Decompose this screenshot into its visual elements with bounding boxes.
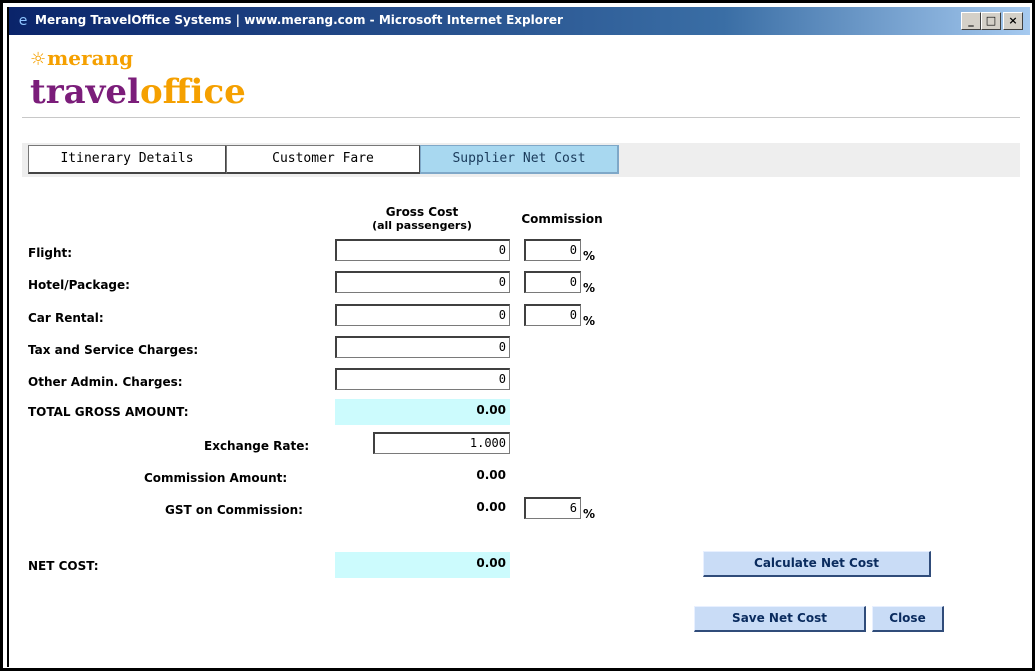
- minimize-button[interactable]: _: [961, 12, 981, 30]
- car-rental-commission-input[interactable]: 0: [524, 304, 581, 326]
- ie-icon: e: [18, 13, 28, 29]
- tab-supplier-net-cost[interactable]: Supplier Net Cost: [420, 145, 619, 174]
- window-title: Merang TravelOffice Systems | www.merang…: [35, 13, 563, 27]
- flight-label: Flight:: [28, 246, 73, 260]
- commission-amount-value: 0.00: [476, 468, 506, 482]
- hotel-commission-input[interactable]: 0: [524, 271, 581, 293]
- hotel-label: Hotel/Package:: [28, 278, 130, 292]
- logo-traveloffice: traveloffice: [30, 72, 246, 112]
- tab-bar: Itinerary Details Customer Fare Supplier…: [22, 143, 1020, 177]
- gst-label: GST on Commission:: [165, 503, 303, 517]
- flight-gross-input[interactable]: 0: [335, 239, 510, 261]
- calculate-net-cost-button[interactable]: Calculate Net Cost: [703, 551, 931, 577]
- other-admin-gross-input[interactable]: 0: [335, 368, 510, 390]
- maximize-button[interactable]: □: [981, 12, 1001, 30]
- logo-office-text: office: [139, 72, 246, 112]
- flight-commission-input[interactable]: 0: [524, 239, 581, 261]
- net-cost-label: NET COST:: [28, 559, 99, 573]
- car-rental-label: Car Rental:: [28, 311, 104, 325]
- tax-service-label: Tax and Service Charges:: [28, 343, 199, 357]
- commission-header: Commission: [521, 212, 603, 226]
- sun-burst-icon: ☼: [30, 49, 47, 70]
- commission-amount-label: Commission Amount:: [144, 471, 288, 485]
- car-rental-pct: %: [583, 314, 596, 328]
- exchange-rate-label: Exchange Rate:: [204, 439, 310, 453]
- hotel-gross-input[interactable]: 0: [335, 271, 510, 293]
- total-gross-label: TOTAL GROSS AMOUNT:: [28, 405, 189, 419]
- net-cost-field: 0.00: [335, 552, 510, 578]
- flight-pct: %: [583, 249, 596, 263]
- header-divider: [22, 117, 1020, 118]
- gst-value: 0.00: [476, 500, 506, 514]
- tab-itinerary-details[interactable]: Itinerary Details: [28, 145, 227, 174]
- hotel-pct: %: [583, 281, 596, 295]
- save-net-cost-button[interactable]: Save Net Cost: [694, 606, 866, 632]
- tab-customer-fare[interactable]: Customer Fare: [226, 145, 421, 174]
- other-admin-label: Other Admin. Charges:: [28, 375, 183, 389]
- tax-service-gross-input[interactable]: 0: [335, 336, 510, 358]
- window-titlebar[interactable]: e Merang TravelOffice Systems | www.mera…: [9, 7, 1030, 35]
- gross-cost-header: Gross Cost (all passengers): [372, 205, 472, 232]
- net-cost-value: 0.00: [476, 556, 506, 570]
- logo-travel-text: travel: [30, 72, 140, 112]
- total-gross-value: 0.00: [476, 403, 506, 417]
- total-gross-field: 0.00: [335, 399, 510, 425]
- car-rental-gross-input[interactable]: 0: [335, 304, 510, 326]
- close-button[interactable]: Close: [872, 606, 944, 632]
- gst-rate-input[interactable]: 6: [524, 497, 581, 519]
- close-window-button[interactable]: ×: [1003, 12, 1023, 30]
- exchange-rate-input[interactable]: 1.000: [373, 432, 510, 454]
- gst-pct: %: [583, 507, 596, 521]
- logo-merang: ☼merang: [30, 46, 134, 70]
